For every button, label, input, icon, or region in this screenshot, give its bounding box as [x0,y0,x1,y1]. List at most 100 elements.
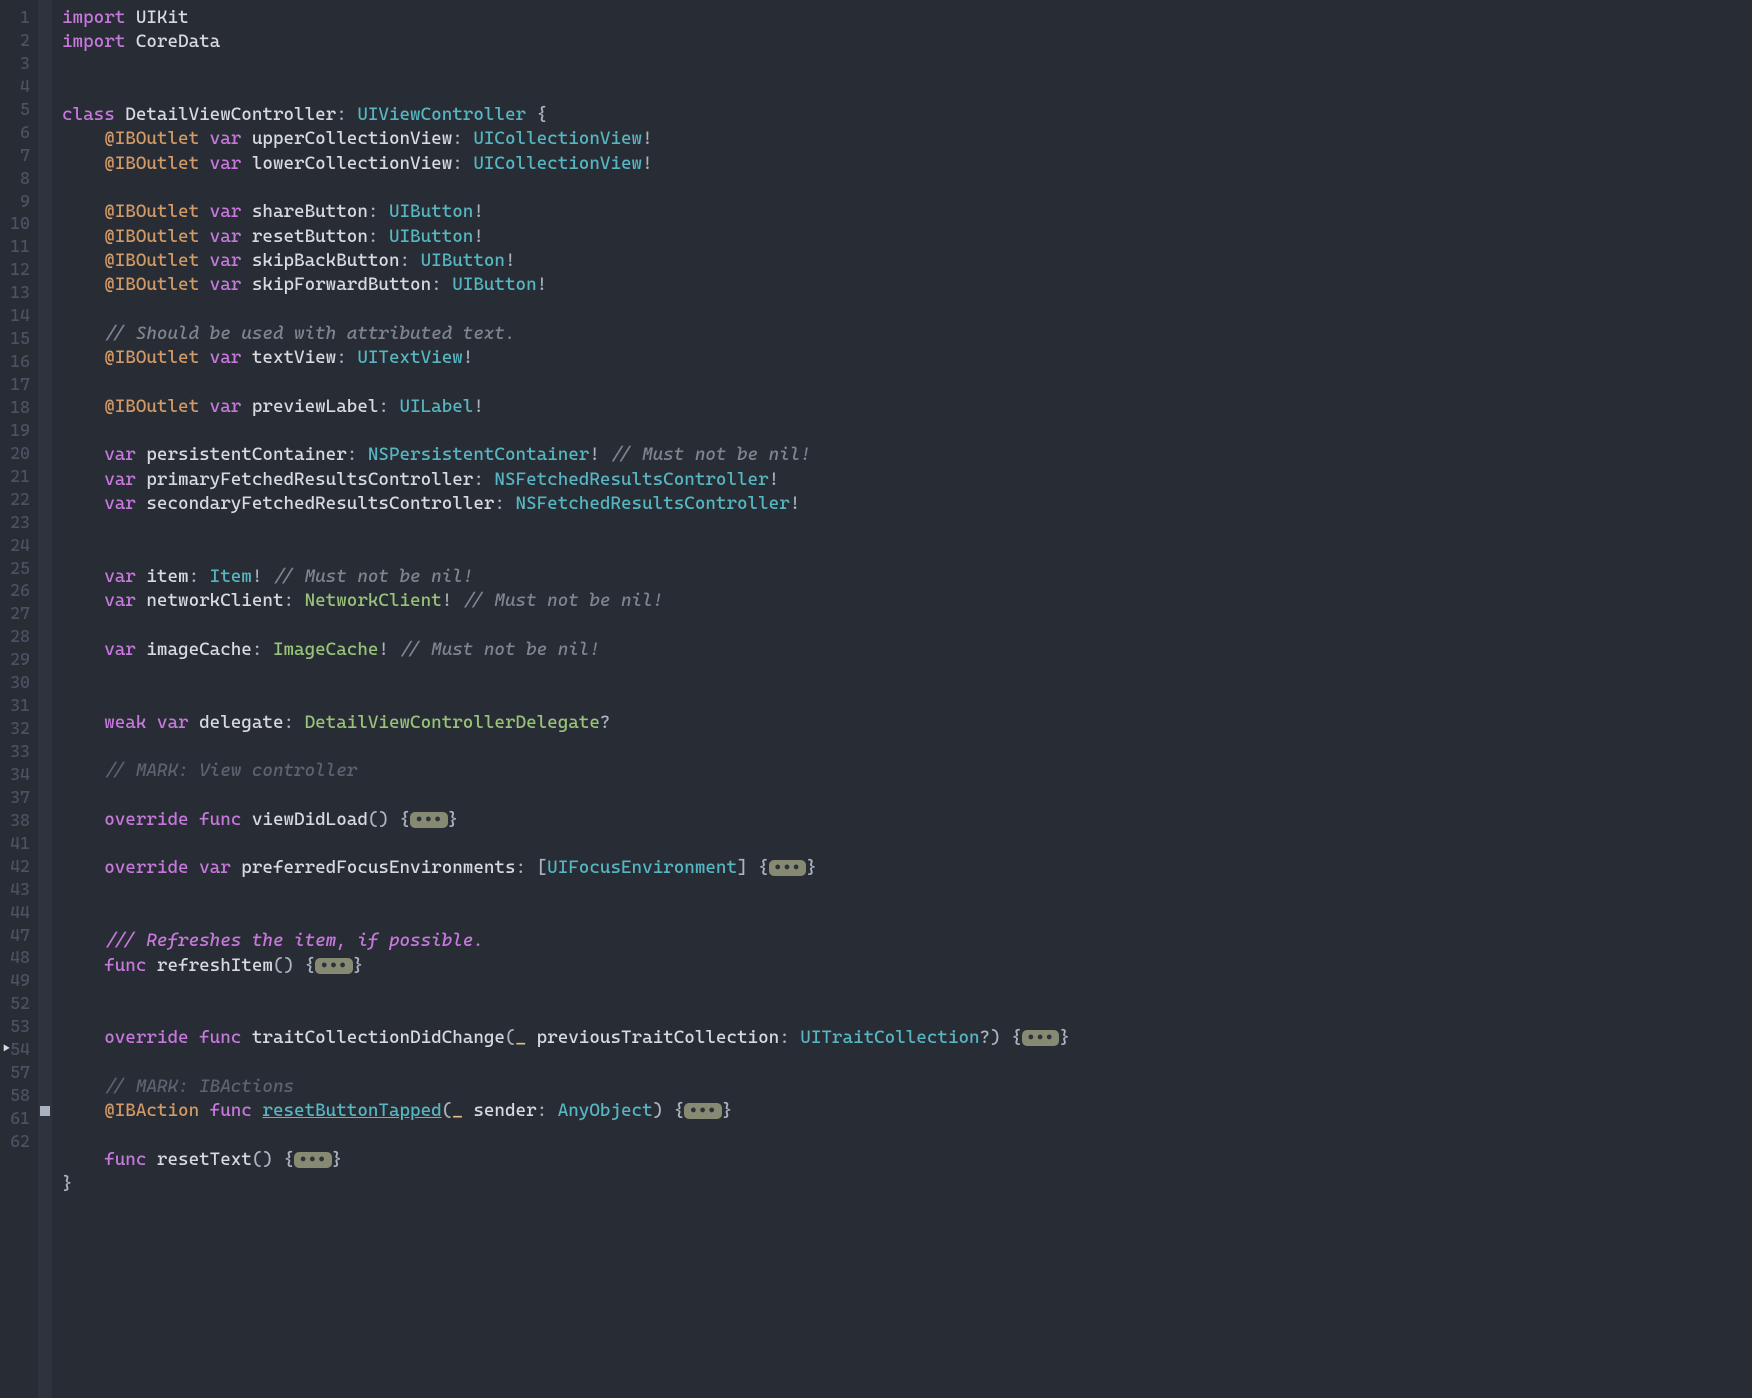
line-number[interactable]: 7 [6,144,30,167]
fold-chip-icon[interactable]: ••• [410,812,448,828]
line-number[interactable]: 14 [6,304,30,327]
line-number[interactable]: 27 [6,602,30,625]
line-number[interactable]: 10 [6,212,30,235]
line-number[interactable]: 15 [6,327,30,350]
code-line[interactable] [62,832,1752,856]
line-number[interactable]: 25 [6,557,30,580]
line-number[interactable]: 2 [6,29,30,52]
line-number[interactable]: 44 [6,901,30,924]
line-number[interactable]: 31 [6,694,30,717]
code-line[interactable]: class DetailViewController: UIViewContro… [62,103,1752,127]
line-number[interactable]: 20 [6,442,30,465]
code-line[interactable] [62,686,1752,710]
line-number[interactable]: 29 [6,648,30,671]
code-line[interactable] [62,176,1752,200]
line-number[interactable]: 26 [6,579,30,602]
line-number[interactable]: 30 [6,671,30,694]
fold-chip-icon[interactable]: ••• [769,860,807,876]
code-line[interactable] [62,1051,1752,1075]
code-line[interactable]: func refreshItem() {•••} [62,954,1752,978]
line-number[interactable]: 13 [6,281,30,304]
line-number[interactable]: 12 [6,258,30,281]
code-line[interactable]: // Should be used with attributed text. [62,322,1752,346]
line-number[interactable]: 11 [6,235,30,258]
code-line[interactable]: var persistentContainer: NSPersistentCon… [62,443,1752,467]
code-line[interactable]: @IBOutlet var skipForwardButton: UIButto… [62,273,1752,297]
line-number[interactable]: 19 [6,419,30,442]
line-number[interactable]: 43 [6,878,30,901]
code-line[interactable] [62,516,1752,540]
code-line[interactable]: @IBOutlet var lowerCollectionView: UICol… [62,152,1752,176]
fold-chip-icon[interactable]: ••• [315,958,353,974]
fold-chip-icon[interactable]: ••• [1022,1030,1060,1046]
line-number[interactable]: 48 [6,946,30,969]
line-number[interactable]: 58 [6,1084,30,1107]
line-number[interactable]: 21 [6,465,30,488]
line-number[interactable]: 28 [6,625,30,648]
line-number[interactable]: 62 [6,1130,30,1153]
code-line[interactable] [62,298,1752,322]
code-line[interactable] [62,905,1752,929]
code-line[interactable]: } [62,1172,1752,1196]
code-line[interactable] [62,541,1752,565]
line-number[interactable]: 33 [6,740,30,763]
code-line[interactable] [62,613,1752,637]
code-line[interactable]: var secondaryFetchedResultsController: N… [62,492,1752,516]
code-line[interactable] [62,55,1752,79]
code-line[interactable] [62,1124,1752,1148]
code-line[interactable] [62,370,1752,394]
line-number[interactable]: 52 [6,992,30,1015]
code-line[interactable]: func resetText() {•••} [62,1148,1752,1172]
line-number[interactable]: 18 [6,396,30,419]
line-number[interactable]: 49 [6,969,30,992]
line-number[interactable]: 24 [6,534,30,557]
code-line[interactable]: // MARK: View controller [62,759,1752,783]
code-area[interactable]: import UIKitimport CoreData class Detail… [52,0,1752,1398]
line-number[interactable]: 34 [6,763,30,786]
code-line[interactable] [62,784,1752,808]
code-line[interactable] [62,1197,1752,1221]
line-number[interactable]: 41 [6,832,30,855]
line-number[interactable]: 6 [6,121,30,144]
line-number[interactable]: 57 [6,1061,30,1084]
line-number[interactable]: 5 [6,98,30,121]
code-line[interactable]: override func viewDidLoad() {•••} [62,808,1752,832]
code-line[interactable]: @IBOutlet var upperCollectionView: UICol… [62,127,1752,151]
line-number[interactable]: 23 [6,511,30,534]
code-line[interactable] [62,978,1752,1002]
code-line[interactable]: @IBOutlet var previewLabel: UILabel! [62,395,1752,419]
line-number[interactable]: 3 [6,52,30,75]
line-number[interactable]: 1 [6,6,30,29]
line-number[interactable]: 8 [6,167,30,190]
code-line[interactable] [62,79,1752,103]
code-line[interactable]: @IBOutlet var resetButton: UIButton! [62,225,1752,249]
code-line[interactable]: @IBOutlet var shareButton: UIButton! [62,200,1752,224]
line-number[interactable]: 54▶ [6,1038,30,1061]
line-number[interactable]: 37 [6,786,30,809]
code-line[interactable] [62,1002,1752,1026]
line-number[interactable]: 4 [6,75,30,98]
code-line[interactable]: var primaryFetchedResultsController: NSF… [62,468,1752,492]
line-number[interactable]: 53 [6,1015,30,1038]
code-line[interactable]: override func traitCollectionDidChange(_… [62,1026,1752,1050]
line-number[interactable]: 9 [6,190,30,213]
code-line[interactable]: import CoreData [62,30,1752,54]
code-line[interactable]: override var preferredFocusEnvironments:… [62,856,1752,880]
code-line[interactable]: @IBAction func resetButtonTapped(_ sende… [62,1099,1752,1123]
line-number[interactable]: 17 [6,373,30,396]
line-number[interactable]: 42 [6,855,30,878]
code-line[interactable] [62,419,1752,443]
line-number[interactable]: 32 [6,717,30,740]
code-line[interactable]: import UIKit [62,6,1752,30]
line-number[interactable]: 61 [6,1107,30,1130]
fold-chip-icon[interactable]: ••• [294,1152,332,1168]
line-number[interactable]: 16 [6,350,30,373]
line-number[interactable]: 47 [6,924,30,947]
code-line[interactable] [62,735,1752,759]
line-number[interactable]: 22 [6,488,30,511]
code-line[interactable]: var networkClient: NetworkClient! // Mus… [62,589,1752,613]
code-line[interactable] [62,881,1752,905]
code-line[interactable]: var imageCache: ImageCache! // Must not … [62,638,1752,662]
code-line[interactable]: var item: Item! // Must not be nil! [62,565,1752,589]
code-line[interactable]: @IBOutlet var textView: UITextView! [62,346,1752,370]
